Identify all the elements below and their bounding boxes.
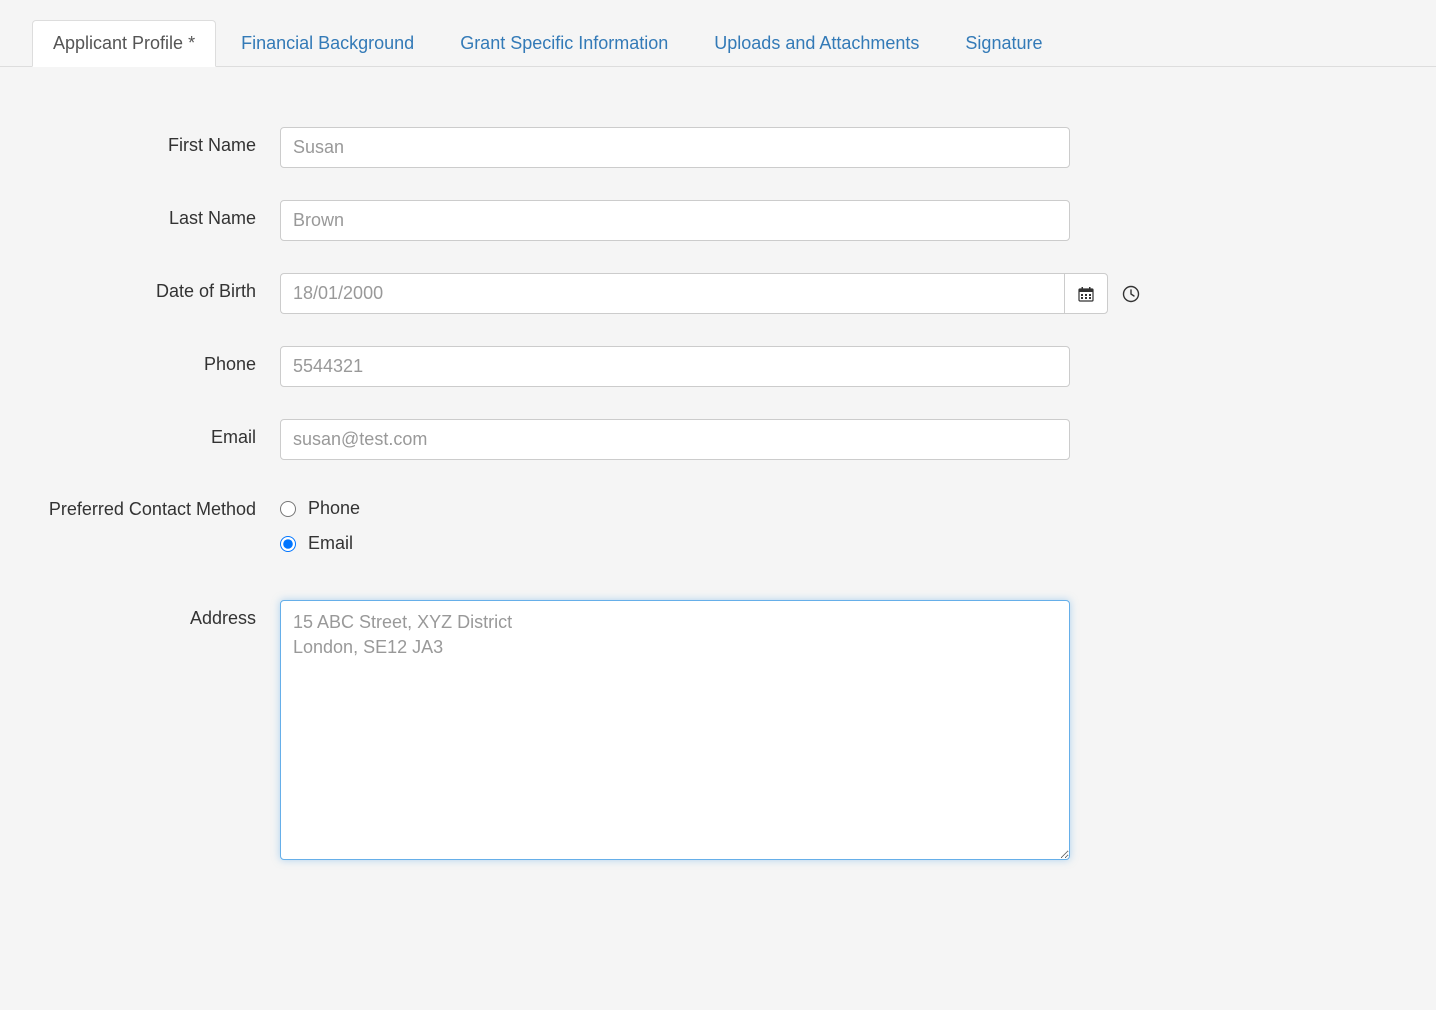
first-name-input[interactable] — [280, 127, 1070, 168]
tab-grant-specific-information[interactable]: Grant Specific Information — [439, 20, 689, 66]
address-textarea[interactable] — [280, 600, 1070, 860]
preferred-contact-email-radio[interactable] — [280, 536, 296, 552]
first-name-row: First Name — [40, 127, 1396, 168]
address-row: Address — [40, 600, 1396, 865]
last-name-label: Last Name — [40, 200, 280, 229]
dob-row: Date of Birth — [40, 273, 1396, 314]
preferred-contact-email-label: Email — [308, 533, 353, 554]
tab-applicant-profile[interactable]: Applicant Profile * — [32, 20, 216, 67]
clock-icon[interactable] — [1122, 285, 1140, 303]
preferred-contact-phone-label: Phone — [308, 498, 360, 519]
calendar-icon — [1078, 286, 1094, 302]
last-name-input[interactable] — [280, 200, 1070, 241]
dob-input[interactable] — [280, 273, 1064, 314]
tab-uploads-and-attachments[interactable]: Uploads and Attachments — [693, 20, 940, 66]
preferred-contact-label: Preferred Contact Method — [40, 492, 280, 523]
applicant-profile-form: First Name Last Name Date of Birth — [0, 67, 1436, 937]
phone-row: Phone — [40, 346, 1396, 387]
email-label: Email — [40, 419, 280, 448]
calendar-button[interactable] — [1064, 273, 1108, 314]
preferred-contact-phone-radio[interactable] — [280, 501, 296, 517]
tab-bar: Applicant Profile * Financial Background… — [0, 0, 1436, 67]
dob-label: Date of Birth — [40, 273, 280, 302]
address-label: Address — [40, 600, 280, 629]
phone-label: Phone — [40, 346, 280, 375]
preferred-contact-row: Preferred Contact Method Phone Email — [40, 492, 1396, 568]
tab-financial-background[interactable]: Financial Background — [220, 20, 435, 66]
last-name-row: Last Name — [40, 200, 1396, 241]
first-name-label: First Name — [40, 127, 280, 156]
email-input[interactable] — [280, 419, 1070, 460]
email-row: Email — [40, 419, 1396, 460]
tab-signature[interactable]: Signature — [944, 20, 1063, 66]
phone-input[interactable] — [280, 346, 1070, 387]
